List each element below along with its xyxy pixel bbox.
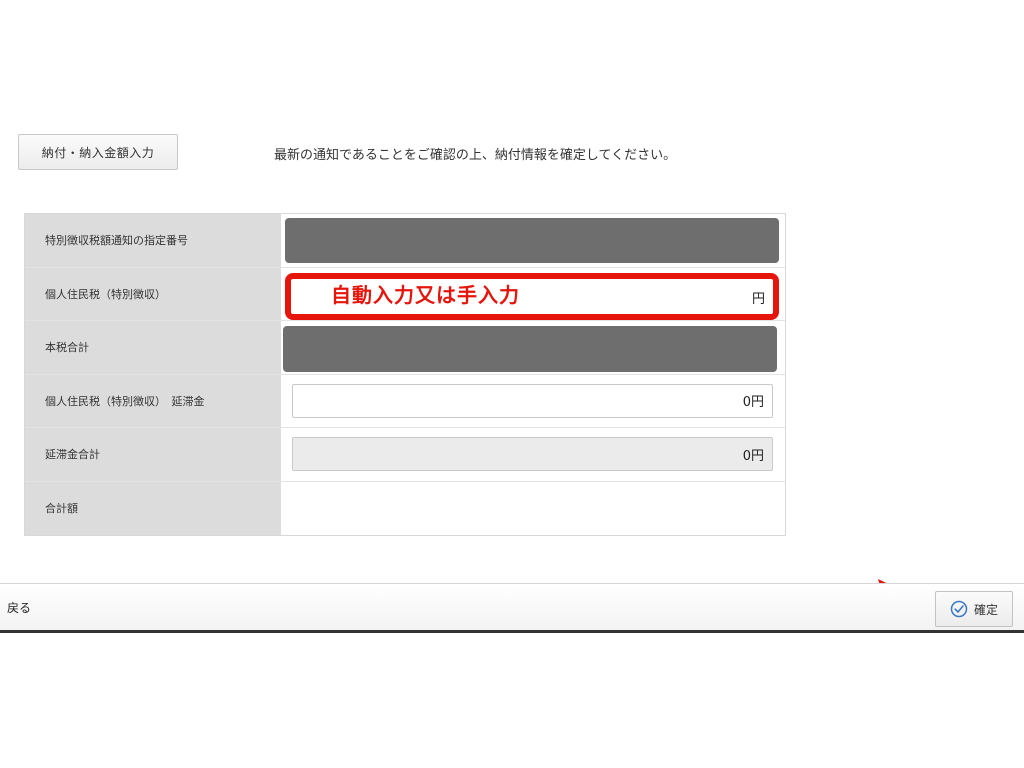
form-row-principal-total: 本税合計 — [25, 321, 785, 375]
row-label: 本税合計 — [25, 321, 281, 374]
row-label: 特別徴収税額通知の指定番号 — [25, 214, 281, 267]
confirm-label: 確定 — [973, 602, 998, 617]
page: 納付・納入金額入力 最新の通知であることをご確認の上、納付情報を確定してください… — [0, 0, 1024, 768]
annotation-auto-or-manual: 自動入力又は手入力 — [331, 282, 520, 307]
row-value — [281, 214, 785, 267]
row-label: 延滞金合計 — [25, 428, 281, 481]
late-fee-total-field: 0円 — [292, 437, 773, 471]
row-value: 0円 — [281, 374, 785, 427]
confirm-button[interactable]: 確定 — [935, 591, 1013, 627]
row-label: 個人住民税（特別徴収） 延滞金 — [25, 374, 281, 427]
payment-form-table: 特別徴収税額通知の指定番号 個人住民税（特別徴収） 自動入力又は手入力 円 本税… — [24, 213, 786, 536]
confirmation-notice: 最新の通知であることをご確認の上、納付情報を確定してください。 — [274, 148, 677, 163]
row-label: 個人住民税（特別徴収） — [25, 267, 281, 320]
redacted-principal-total — [283, 326, 777, 372]
yen-unit: 円 — [751, 291, 765, 307]
row-value: 0円 — [281, 428, 785, 481]
redacted-designation-number — [285, 218, 779, 263]
form-row-designation-number: 特別徴収税額通知の指定番号 — [25, 214, 785, 268]
row-value — [281, 321, 785, 374]
back-link[interactable]: 戻る — [7, 599, 31, 616]
grand-total-value — [281, 481, 785, 535]
late-fee-input[interactable]: 0円 — [292, 383, 773, 418]
footer-bar: 戻る 確定 — [0, 583, 1024, 633]
form-row-grand-total: 合計額 — [25, 481, 785, 535]
resident-tax-amount-input[interactable]: 自動入力又は手入力 円 — [285, 272, 779, 320]
check-circle-icon — [950, 600, 968, 618]
form-row-late-fee: 個人住民税（特別徴収） 延滞金 0円 — [25, 374, 785, 428]
row-value: 自動入力又は手入力 円 — [281, 267, 785, 320]
payment-amount-input-button[interactable]: 納付・納入金額入力 — [18, 134, 178, 170]
row-label: 合計額 — [25, 481, 281, 535]
form-row-resident-tax: 個人住民税（特別徴収） 自動入力又は手入力 円 — [25, 267, 785, 321]
form-row-late-fee-total: 延滞金合計 0円 — [25, 428, 785, 482]
